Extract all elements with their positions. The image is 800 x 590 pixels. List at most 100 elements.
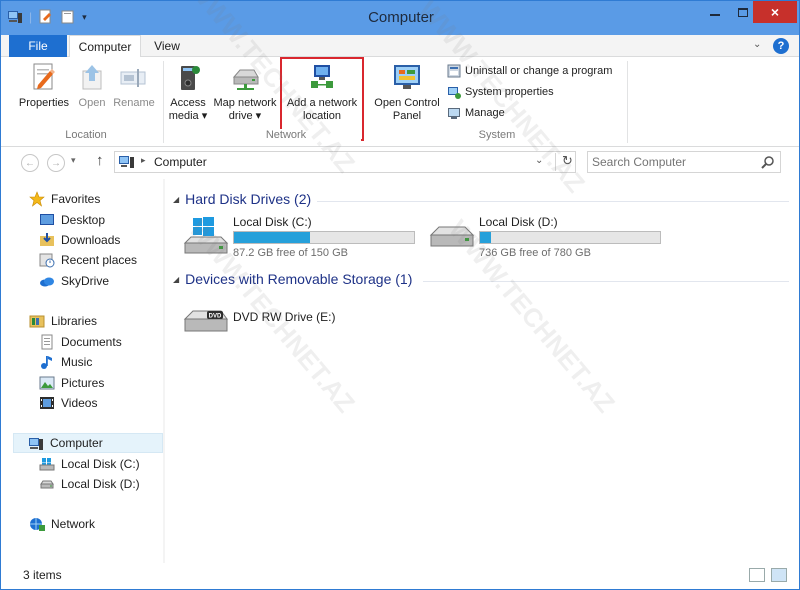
item-count: 3 items (23, 568, 62, 582)
nav-label: Network (51, 517, 96, 531)
access-media-button[interactable]: Access media ▾ (167, 61, 209, 123)
nav-desktop[interactable]: Desktop (39, 210, 105, 230)
nav-label: Pictures (61, 376, 105, 390)
open-control-panel-button[interactable]: Open Control Panel (369, 61, 445, 123)
explorer-window: | ▾ Computer × File Computer View ⌄ ? Pr… (0, 0, 800, 590)
ribbon-divider (163, 61, 164, 143)
address-row: ← → ▾ ↑ ▸ Computer ⌄ ↻ (1, 147, 799, 179)
nav-skydrive[interactable]: SkyDrive (39, 271, 109, 291)
content-area: ◢ Hard Disk Drives (2) Local Disk (C:) 8… (165, 179, 799, 563)
address-bar[interactable]: ▸ Computer ⌄ ↻ (114, 151, 576, 173)
properties-button[interactable]: Properties (15, 61, 73, 110)
windows-drive-icon (183, 217, 229, 254)
nav-label: SkyDrive (61, 274, 110, 288)
back-button[interactable]: ← (21, 154, 39, 172)
navigation-pane: Favorites Desktop Downloads Recent place… (1, 179, 163, 563)
group-divider (317, 201, 789, 202)
manage-button[interactable]: Manage (447, 105, 505, 121)
forward-button[interactable]: → (47, 154, 65, 172)
nav-label: Libraries (51, 314, 98, 328)
nav-favorites[interactable]: Favorites (29, 189, 100, 209)
removable-storage-header[interactable]: ◢ Devices with Removable Storage (1) (173, 271, 412, 287)
collapse-icon[interactable]: ◢ (173, 275, 179, 284)
drive-c[interactable]: Local Disk (C:) 87.2 GB free of 150 GB (181, 215, 421, 263)
location-group-label: Location (65, 129, 107, 141)
refresh-icon[interactable]: ↻ (555, 153, 573, 171)
tab-computer[interactable]: Computer (69, 35, 141, 58)
computer-icon (119, 156, 134, 168)
access-media-line1: Access (170, 97, 206, 109)
dvd-badge: DVD (209, 314, 222, 320)
nav-videos[interactable]: Videos (39, 393, 97, 413)
nav-label: Desktop (61, 213, 106, 227)
nav-music[interactable]: Music (39, 352, 92, 372)
map-drive-line2: drive ▾ (228, 110, 262, 122)
nav-label: Documents (61, 335, 122, 349)
system-properties-button[interactable]: System properties (447, 84, 554, 100)
downloads-icon (40, 233, 54, 246)
up-arrow-icon[interactable]: ↑ (96, 152, 104, 169)
close-button[interactable]: × (753, 1, 797, 23)
system-group-label: System (478, 129, 516, 141)
open-label: Open (78, 97, 106, 109)
drive-icon (429, 226, 475, 247)
nav-local-disk-d[interactable]: Local Disk (D:) (39, 474, 140, 494)
computer-icon[interactable] (7, 9, 23, 25)
quick-access-toolbar: | ▾ (7, 9, 87, 25)
expand-ribbon-icon[interactable]: ⌄ (753, 39, 761, 50)
uninstall-program-button[interactable]: Uninstall or change a program (447, 63, 612, 79)
help-icon[interactable]: ? (773, 38, 789, 54)
new-folder-icon[interactable] (60, 9, 76, 25)
title-bar: | ▾ Computer × (1, 1, 799, 35)
videos-icon (40, 397, 54, 409)
details-view-icon[interactable] (749, 568, 765, 582)
documents-icon (41, 334, 53, 350)
forward-arrow-icon: → (51, 157, 61, 169)
rename-icon (120, 69, 146, 87)
minimize-icon (710, 14, 720, 16)
customize-toolbar-icon[interactable]: ▾ (82, 12, 87, 23)
minimize-button[interactable] (701, 1, 729, 23)
drive-e-dvd[interactable]: DVD DVD RW Drive (E:) (181, 297, 381, 343)
hard-disk-drives-header[interactable]: ◢ Hard Disk Drives (2) (173, 191, 311, 207)
rename-button[interactable]: Rename (111, 61, 157, 110)
nav-recent-places[interactable]: Recent places (39, 250, 137, 270)
network-drive-icon (232, 69, 259, 90)
recent-locations-icon[interactable]: ▾ (71, 155, 76, 166)
nav-documents[interactable]: Documents (39, 332, 122, 352)
nav-pictures[interactable]: Pictures (39, 373, 104, 393)
breadcrumb-computer[interactable]: Computer (154, 155, 207, 169)
nav-libraries[interactable]: Libraries (29, 311, 97, 331)
drive-free-space: 87.2 GB free of 150 GB (233, 247, 348, 259)
search-box[interactable] (587, 151, 781, 173)
nav-local-disk-c[interactable]: Local Disk (C:) (39, 454, 140, 474)
address-history-icon[interactable]: ⌄ (535, 155, 543, 166)
tab-file[interactable]: File (9, 35, 67, 57)
breadcrumb-separator-icon[interactable]: ▸ (141, 155, 146, 166)
nav-network[interactable]: Network (29, 514, 95, 534)
open-button[interactable]: Open (75, 61, 109, 110)
tab-view[interactable]: View (145, 35, 189, 57)
nav-computer[interactable]: Computer (13, 433, 163, 453)
rename-label: Rename (113, 97, 155, 109)
music-icon (41, 356, 52, 369)
nav-label: Downloads (61, 233, 121, 247)
properties-icon[interactable] (38, 9, 54, 25)
search-input[interactable] (592, 154, 752, 170)
nav-downloads[interactable]: Downloads (39, 230, 120, 250)
search-icon[interactable] (760, 154, 776, 170)
capacity-fill (480, 232, 491, 243)
network-group-label: Network (211, 129, 361, 144)
tiles-view-icon[interactable] (771, 568, 787, 582)
map-network-drive-button[interactable]: Map network drive ▾ (211, 61, 279, 123)
dvd-drive-icon: DVD (183, 310, 228, 332)
manage-icon (448, 108, 460, 119)
drive-d[interactable]: Local Disk (D:) 736 GB free of 780 GB (427, 215, 667, 263)
drive-name: Local Disk (C:) (233, 215, 312, 229)
capacity-bar (233, 231, 415, 244)
status-bar: 3 items (1, 563, 799, 589)
nav-label: Videos (61, 396, 98, 410)
drive-name: Local Disk (D:) (479, 215, 558, 229)
collapse-icon[interactable]: ◢ (173, 195, 179, 204)
manage-label: Manage (465, 107, 505, 119)
